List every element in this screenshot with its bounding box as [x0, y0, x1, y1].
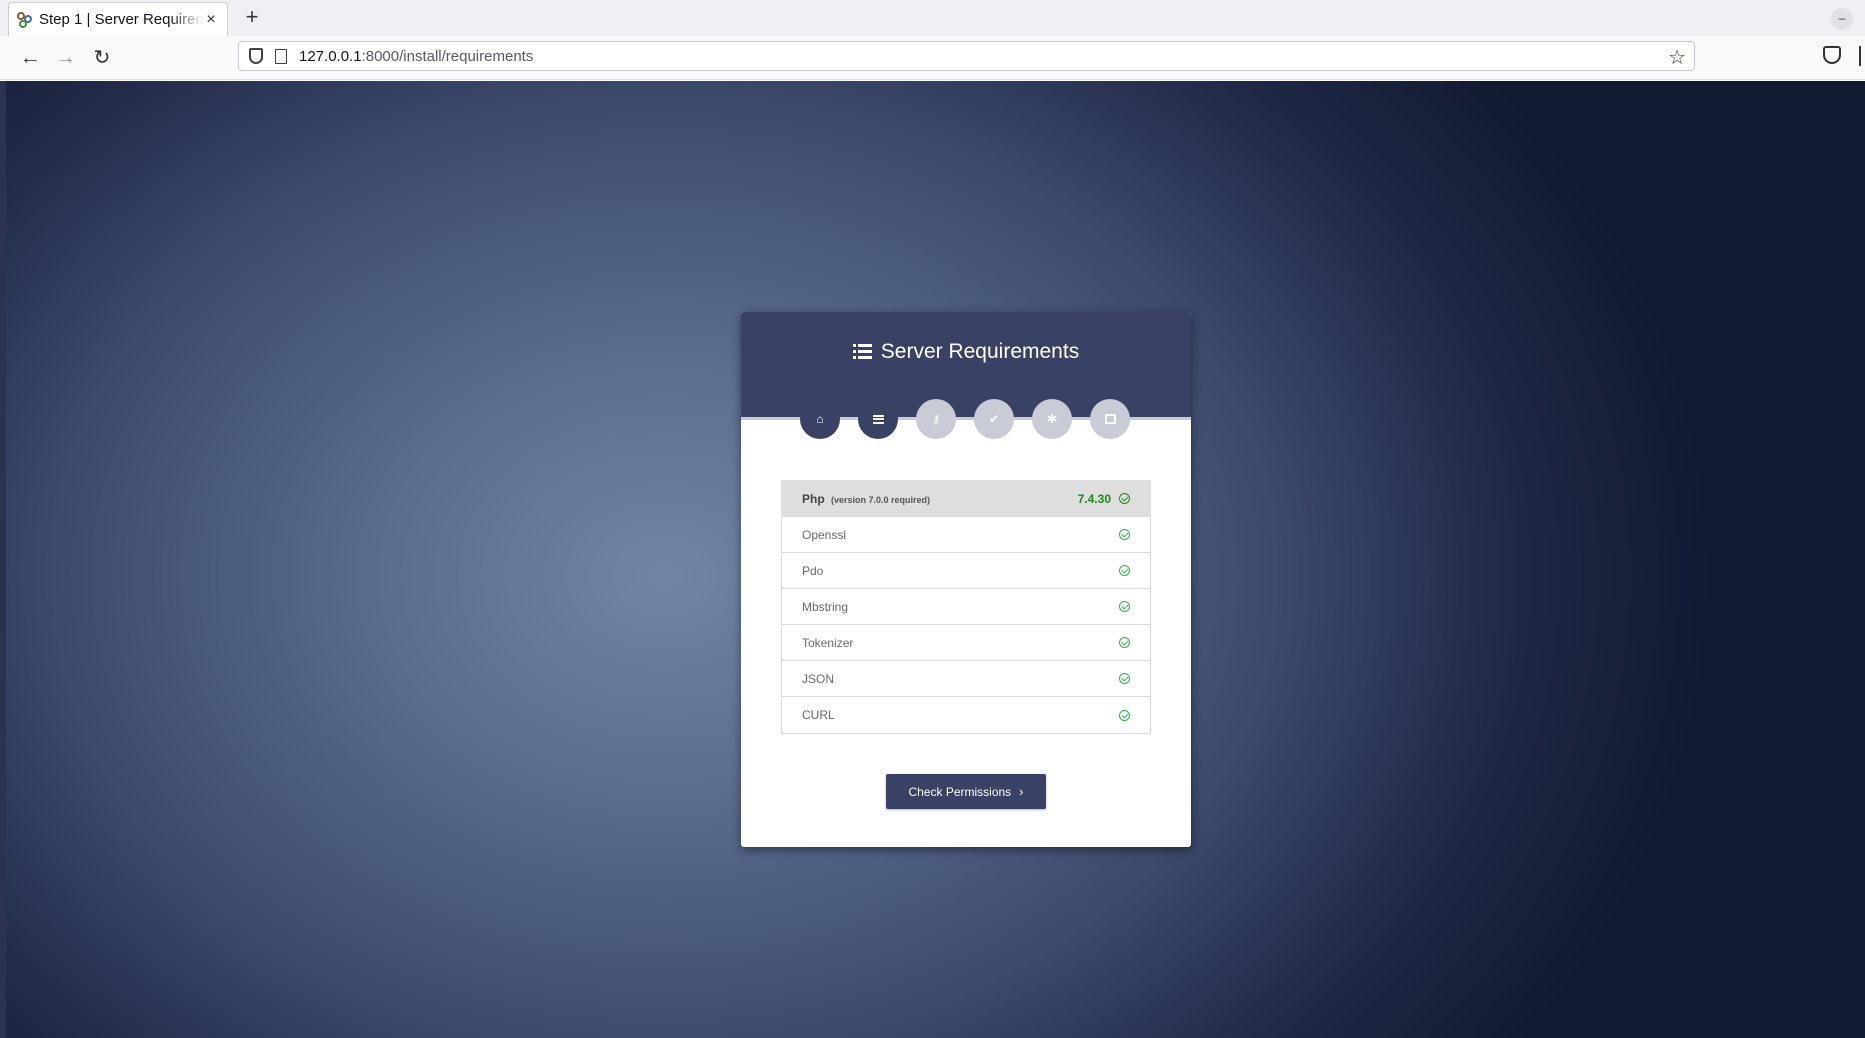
- requirement-label: Mbstring: [802, 599, 849, 614]
- favicon-icon: [17, 11, 33, 28]
- requirement-label: Tokenizer: [802, 635, 854, 650]
- back-button[interactable]: ←: [18, 46, 42, 70]
- pocket-icon[interactable]: [1823, 46, 1841, 64]
- minimize-button[interactable]: –: [1831, 8, 1853, 30]
- url-path: :8000/install/requirements: [361, 47, 534, 65]
- requirement-row: JSON: [782, 661, 1150, 697]
- bookmark-star-icon[interactable]: ☆: [1668, 45, 1686, 70]
- requirement-row: Mbstring: [782, 589, 1150, 625]
- check-circle-icon: [1119, 709, 1130, 721]
- left-edge: [0, 81, 6, 1038]
- requirement-row: CURL: [782, 697, 1150, 733]
- gear-icon: ✱: [1046, 412, 1058, 426]
- check-circle-icon: [1119, 529, 1130, 540]
- check-circle-icon: [1119, 565, 1130, 576]
- new-tab-button[interactable]: +: [240, 6, 264, 30]
- check-circle-icon: [1119, 601, 1130, 612]
- requirement-label: JSON: [802, 671, 835, 686]
- tab-title: Step 1 | Server Requirements: [39, 11, 203, 28]
- php-version-note: (version 7.0.0 required): [831, 494, 931, 505]
- tab-bar: Step 1 | Server Requirements × + –: [0, 0, 1865, 36]
- step-settings[interactable]: ✱: [1032, 399, 1072, 439]
- requirement-row: Tokenizer: [782, 625, 1150, 661]
- nav-bar: ← → ↻ 127.0.0.1 :8000/install/requiremen…: [0, 36, 1865, 80]
- installer-card: Server Requirements ⌂ ⚷ ✔ ✱ Php (version…: [741, 312, 1191, 847]
- step-indicator: ⌂ ⚷ ✔ ✱: [800, 399, 1132, 439]
- home-icon: ⌂: [816, 412, 824, 426]
- requirement-row: Pdo: [782, 553, 1150, 589]
- requirement-label: Pdo: [802, 563, 824, 578]
- php-version: 7.4.30: [1077, 491, 1111, 506]
- list-icon: [852, 344, 873, 360]
- requirements-list: Php (version 7.0.0 required) 7.4.30 Open…: [781, 480, 1151, 734]
- step-final[interactable]: [1090, 399, 1130, 439]
- list-icon: [872, 414, 884, 424]
- check-permissions-label: Check Permissions: [908, 784, 1012, 799]
- check-circle-icon: [1119, 673, 1130, 684]
- requirement-row: Openssl: [782, 517, 1150, 553]
- url-host: 127.0.0.1: [299, 47, 362, 65]
- shield-icon[interactable]: [249, 48, 263, 64]
- close-tab-icon[interactable]: ×: [203, 11, 219, 29]
- check-icon: ✔: [988, 412, 1000, 426]
- forward-button[interactable]: →: [54, 46, 78, 70]
- step-permissions[interactable]: ⚷: [916, 399, 956, 439]
- requirement-label: Openssl: [802, 527, 847, 542]
- php-requirement-row: Php (version 7.0.0 required) 7.4.30: [782, 481, 1150, 517]
- check-circle-icon: [1119, 637, 1130, 648]
- check-circle-icon: [1119, 493, 1130, 504]
- page-title: Server Requirements: [741, 340, 1191, 364]
- server-icon: [1104, 414, 1116, 424]
- step-home[interactable]: ⌂: [800, 399, 840, 439]
- php-label: Php: [802, 491, 825, 506]
- page-viewport: Server Requirements ⌂ ⚷ ✔ ✱ Php (version…: [0, 81, 1865, 1038]
- requirement-label: CURL: [802, 708, 835, 722]
- browser-tab[interactable]: Step 1 | Server Requirements ×: [8, 2, 228, 36]
- step-requirements[interactable]: [858, 399, 898, 439]
- menu-icon[interactable]: [1859, 46, 1865, 66]
- check-permissions-button[interactable]: Check Permissions ›: [886, 774, 1046, 809]
- step-environment[interactable]: ✔: [974, 399, 1014, 439]
- chevron-right-icon: ›: [1019, 784, 1024, 799]
- page-icon[interactable]: [275, 48, 287, 64]
- card-title-text: Server Requirements: [880, 340, 1080, 363]
- url-bar[interactable]: 127.0.0.1 :8000/install/requirements ☆: [238, 41, 1695, 71]
- key-icon: ⚷: [931, 412, 941, 426]
- reload-button[interactable]: ↻: [90, 46, 114, 70]
